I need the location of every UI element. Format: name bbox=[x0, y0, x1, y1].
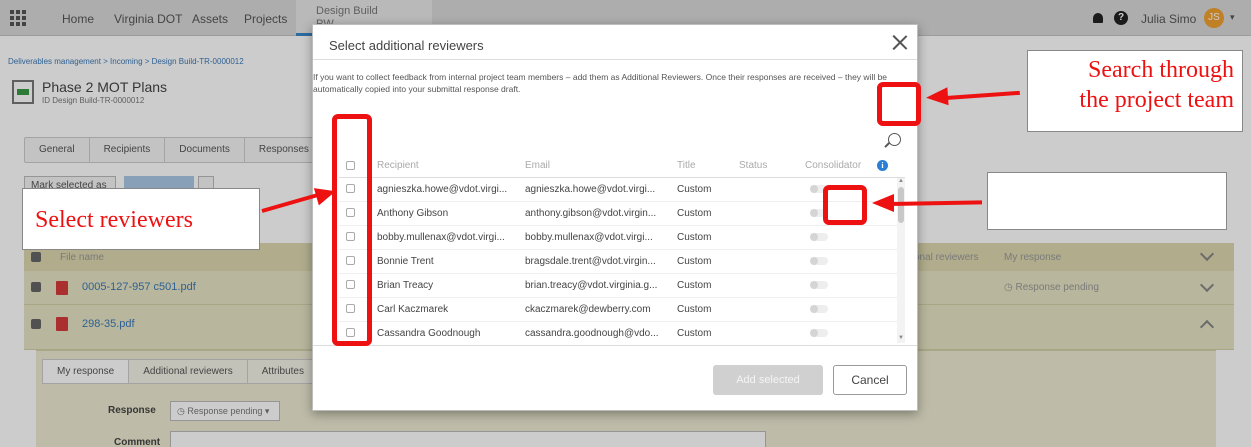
scroll-up-arrow[interactable]: ▲ bbox=[898, 178, 904, 184]
search-callout-line1: Search through bbox=[1088, 57, 1234, 83]
reviewer-recipient: bobby.mullenax@vdot.virgi... bbox=[377, 232, 505, 243]
reviewer-recipient: Brian Treacy bbox=[377, 280, 434, 291]
search-callout-label: Search through the project team bbox=[1027, 50, 1243, 132]
reviewer-email: agnieszka.howe@vdot.virgi... bbox=[525, 184, 656, 195]
close-icon[interactable] bbox=[891, 33, 909, 51]
arrow-toggle-head bbox=[872, 194, 894, 212]
col-consolidator: Consolidator bbox=[805, 160, 862, 171]
reviewer-title: Custom bbox=[677, 304, 712, 315]
col-recipient: Recipient bbox=[377, 160, 419, 171]
col-title: Title bbox=[677, 160, 696, 171]
reviewer-row[interactable]: Cassandra Goodnough cassandra.goodnough@v… bbox=[339, 322, 897, 343]
dialog-divider bbox=[313, 59, 917, 60]
search-callout-line2: the project team bbox=[1079, 87, 1234, 113]
reviewer-table-header: Recipient Email Title Status Consolidato… bbox=[339, 155, 905, 178]
reviewer-row[interactable]: Bonnie Trent bragsdale.trent@vdot.virgin.… bbox=[339, 250, 897, 274]
reviewer-row[interactable]: Anthony Gibson anthony.gibson@vdot.virgin… bbox=[339, 202, 897, 226]
info-icon[interactable]: i bbox=[877, 160, 888, 171]
reviewer-recipient: Cassandra Goodnough bbox=[377, 328, 481, 339]
consolidator-toggle-highlight bbox=[823, 185, 867, 225]
reviewer-email: ckaczmarek@dewberry.com bbox=[525, 304, 651, 315]
reviewer-title: Custom bbox=[677, 256, 712, 267]
dialog-title: Select additional reviewers bbox=[329, 38, 484, 53]
scroll-down-arrow[interactable]: ▼ bbox=[898, 335, 904, 341]
reviewer-table: Recipient Email Title Status Consolidato… bbox=[339, 155, 905, 343]
consolidator-toggle[interactable] bbox=[810, 233, 828, 241]
consolidator-toggle[interactable] bbox=[810, 281, 828, 289]
reviewer-title: Custom bbox=[677, 184, 712, 195]
reviewer-recipient: Anthony Gibson bbox=[377, 208, 449, 219]
cancel-button[interactable]: Cancel bbox=[833, 365, 907, 395]
reviewer-row[interactable]: Brian Treacy brian.treacy@vdot.virginia.g… bbox=[339, 274, 897, 298]
reviewer-row[interactable]: agnieszka.howe@vdot.virgi... agnieszka.ho… bbox=[339, 178, 897, 202]
col-status: Status bbox=[739, 160, 768, 171]
dialog-description: If you want to collect feedback from int… bbox=[313, 72, 888, 94]
consolidator-toggle[interactable] bbox=[810, 257, 828, 265]
reviewer-title: Custom bbox=[677, 328, 712, 339]
reviewer-email: bragsdale.trent@vdot.virgin... bbox=[525, 256, 656, 267]
reviewer-email: cassandra.goodnough@vdo... bbox=[525, 328, 659, 339]
select-callout-label: Select reviewers bbox=[22, 188, 260, 250]
checkbox-column-highlight bbox=[332, 114, 372, 346]
reviewer-email: anthony.gibson@vdot.virgin... bbox=[525, 208, 657, 219]
consolidator-callout-label bbox=[987, 172, 1227, 230]
arrow-search-head bbox=[925, 87, 949, 107]
search-icon[interactable] bbox=[888, 133, 901, 146]
reviewer-email: bobby.mullenax@vdot.virgi... bbox=[525, 232, 653, 243]
reviewer-row[interactable]: bobby.mullenax@vdot.virgi... bobby.mullen… bbox=[339, 226, 897, 250]
reviewer-title: Custom bbox=[677, 208, 712, 219]
dialog-footer-divider bbox=[313, 345, 917, 346]
col-email: Email bbox=[525, 160, 551, 171]
add-selected-button[interactable]: Add selected bbox=[713, 365, 823, 395]
consolidator-toggle[interactable] bbox=[810, 329, 828, 337]
reviewer-recipient: agnieszka.howe@vdot.virgi... bbox=[377, 184, 508, 195]
search-icon-highlight bbox=[877, 82, 921, 126]
reviewer-title: Custom bbox=[677, 232, 712, 243]
reviewer-recipient: Bonnie Trent bbox=[377, 256, 434, 267]
reviewer-row[interactable]: Carl Kaczmarek ckaczmarek@dewberry.com Cus… bbox=[339, 298, 897, 322]
consolidator-toggle[interactable] bbox=[810, 305, 828, 313]
reviewer-title: Custom bbox=[677, 280, 712, 291]
reviewer-email: brian.treacy@vdot.virginia.g... bbox=[525, 280, 658, 291]
reviewer-recipient: Carl Kaczmarek bbox=[377, 304, 449, 315]
